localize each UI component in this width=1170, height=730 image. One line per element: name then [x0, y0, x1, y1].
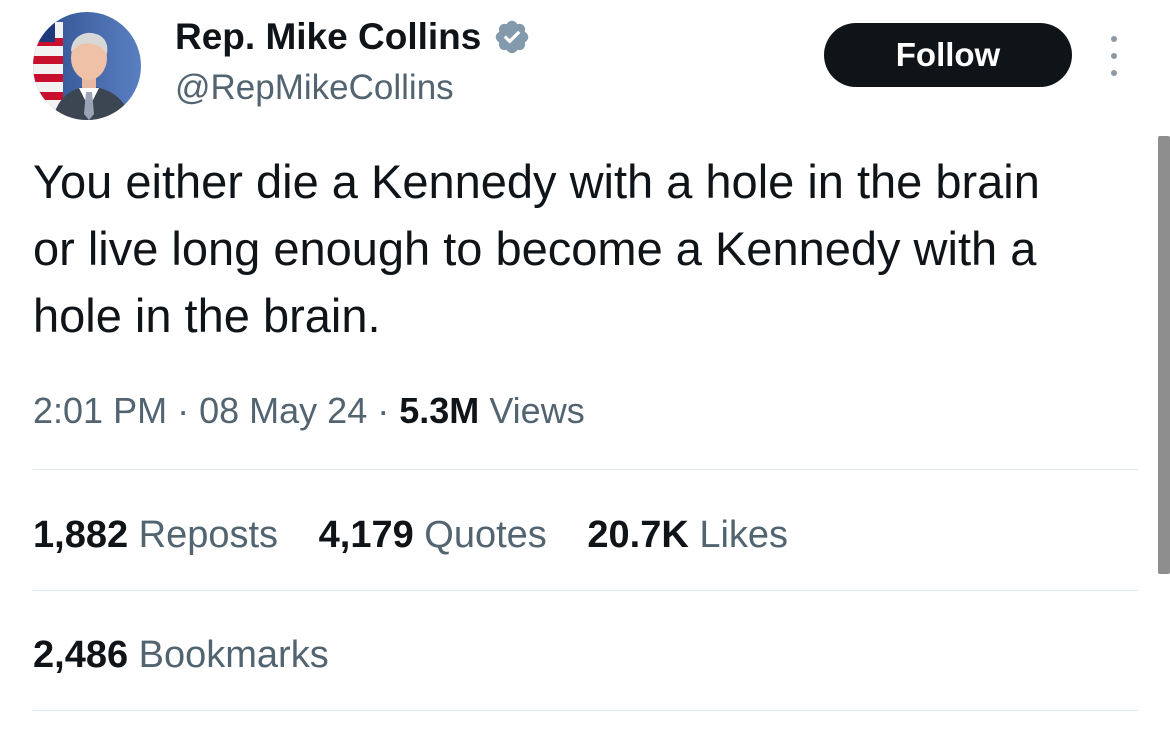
more-options-icon[interactable] [1100, 36, 1128, 76]
scrollbar[interactable] [1158, 136, 1170, 574]
divider [33, 469, 1138, 470]
reposts-count: 1,882 [33, 514, 129, 556]
quotes-stat[interactable]: 4,179 Quotes [319, 514, 547, 556]
quotes-count: 4,179 [318, 514, 414, 556]
bookmarks-label: Bookmarks [138, 634, 329, 676]
views-label: Views [489, 390, 585, 431]
follow-button[interactable]: Follow [824, 23, 1072, 87]
display-name-text[interactable]: Rep. Mike Collins [175, 14, 481, 60]
user-handle[interactable]: @RepMikeCollins [175, 66, 454, 110]
avatar[interactable] [33, 12, 141, 120]
meta-separator: · [377, 390, 390, 431]
likes-count: 20.7K [587, 514, 689, 556]
likes-stat[interactable]: 20.7K Likes [587, 514, 788, 556]
bookmarks-stat[interactable]: 2,486 Bookmarks [33, 634, 329, 676]
reposts-stat[interactable]: 1,882 Reposts [33, 514, 278, 556]
views-count: 5.3M [399, 390, 480, 431]
engagement-stats: 1,882 Reposts 4,179 Quotes 20.7K Likes [33, 510, 818, 560]
verified-badge-icon[interactable] [493, 18, 531, 56]
quotes-label: Quotes [424, 514, 547, 556]
more-dot [1111, 53, 1117, 59]
more-dot [1111, 70, 1117, 76]
bookmarks-count: 2,486 [33, 634, 129, 676]
display-name[interactable]: Rep. Mike Collins [175, 14, 531, 60]
tweet-time[interactable]: 2:01 PM [33, 390, 167, 431]
more-dot [1111, 36, 1117, 42]
divider [33, 590, 1138, 591]
tweet-meta: 2:01 PM · 08 May 24 · 5.3M Views [33, 386, 585, 436]
profile-photo [33, 12, 141, 120]
divider [33, 710, 1138, 711]
likes-label: Likes [699, 514, 789, 556]
tweet-date[interactable]: 08 May 24 [199, 390, 367, 431]
tweet-text: You either die a Kennedy with a hole in … [33, 155, 1040, 342]
meta-separator: · [177, 390, 190, 431]
reposts-label: Reposts [138, 514, 279, 556]
bookmarks-row: 2,486 Bookmarks [33, 630, 359, 680]
